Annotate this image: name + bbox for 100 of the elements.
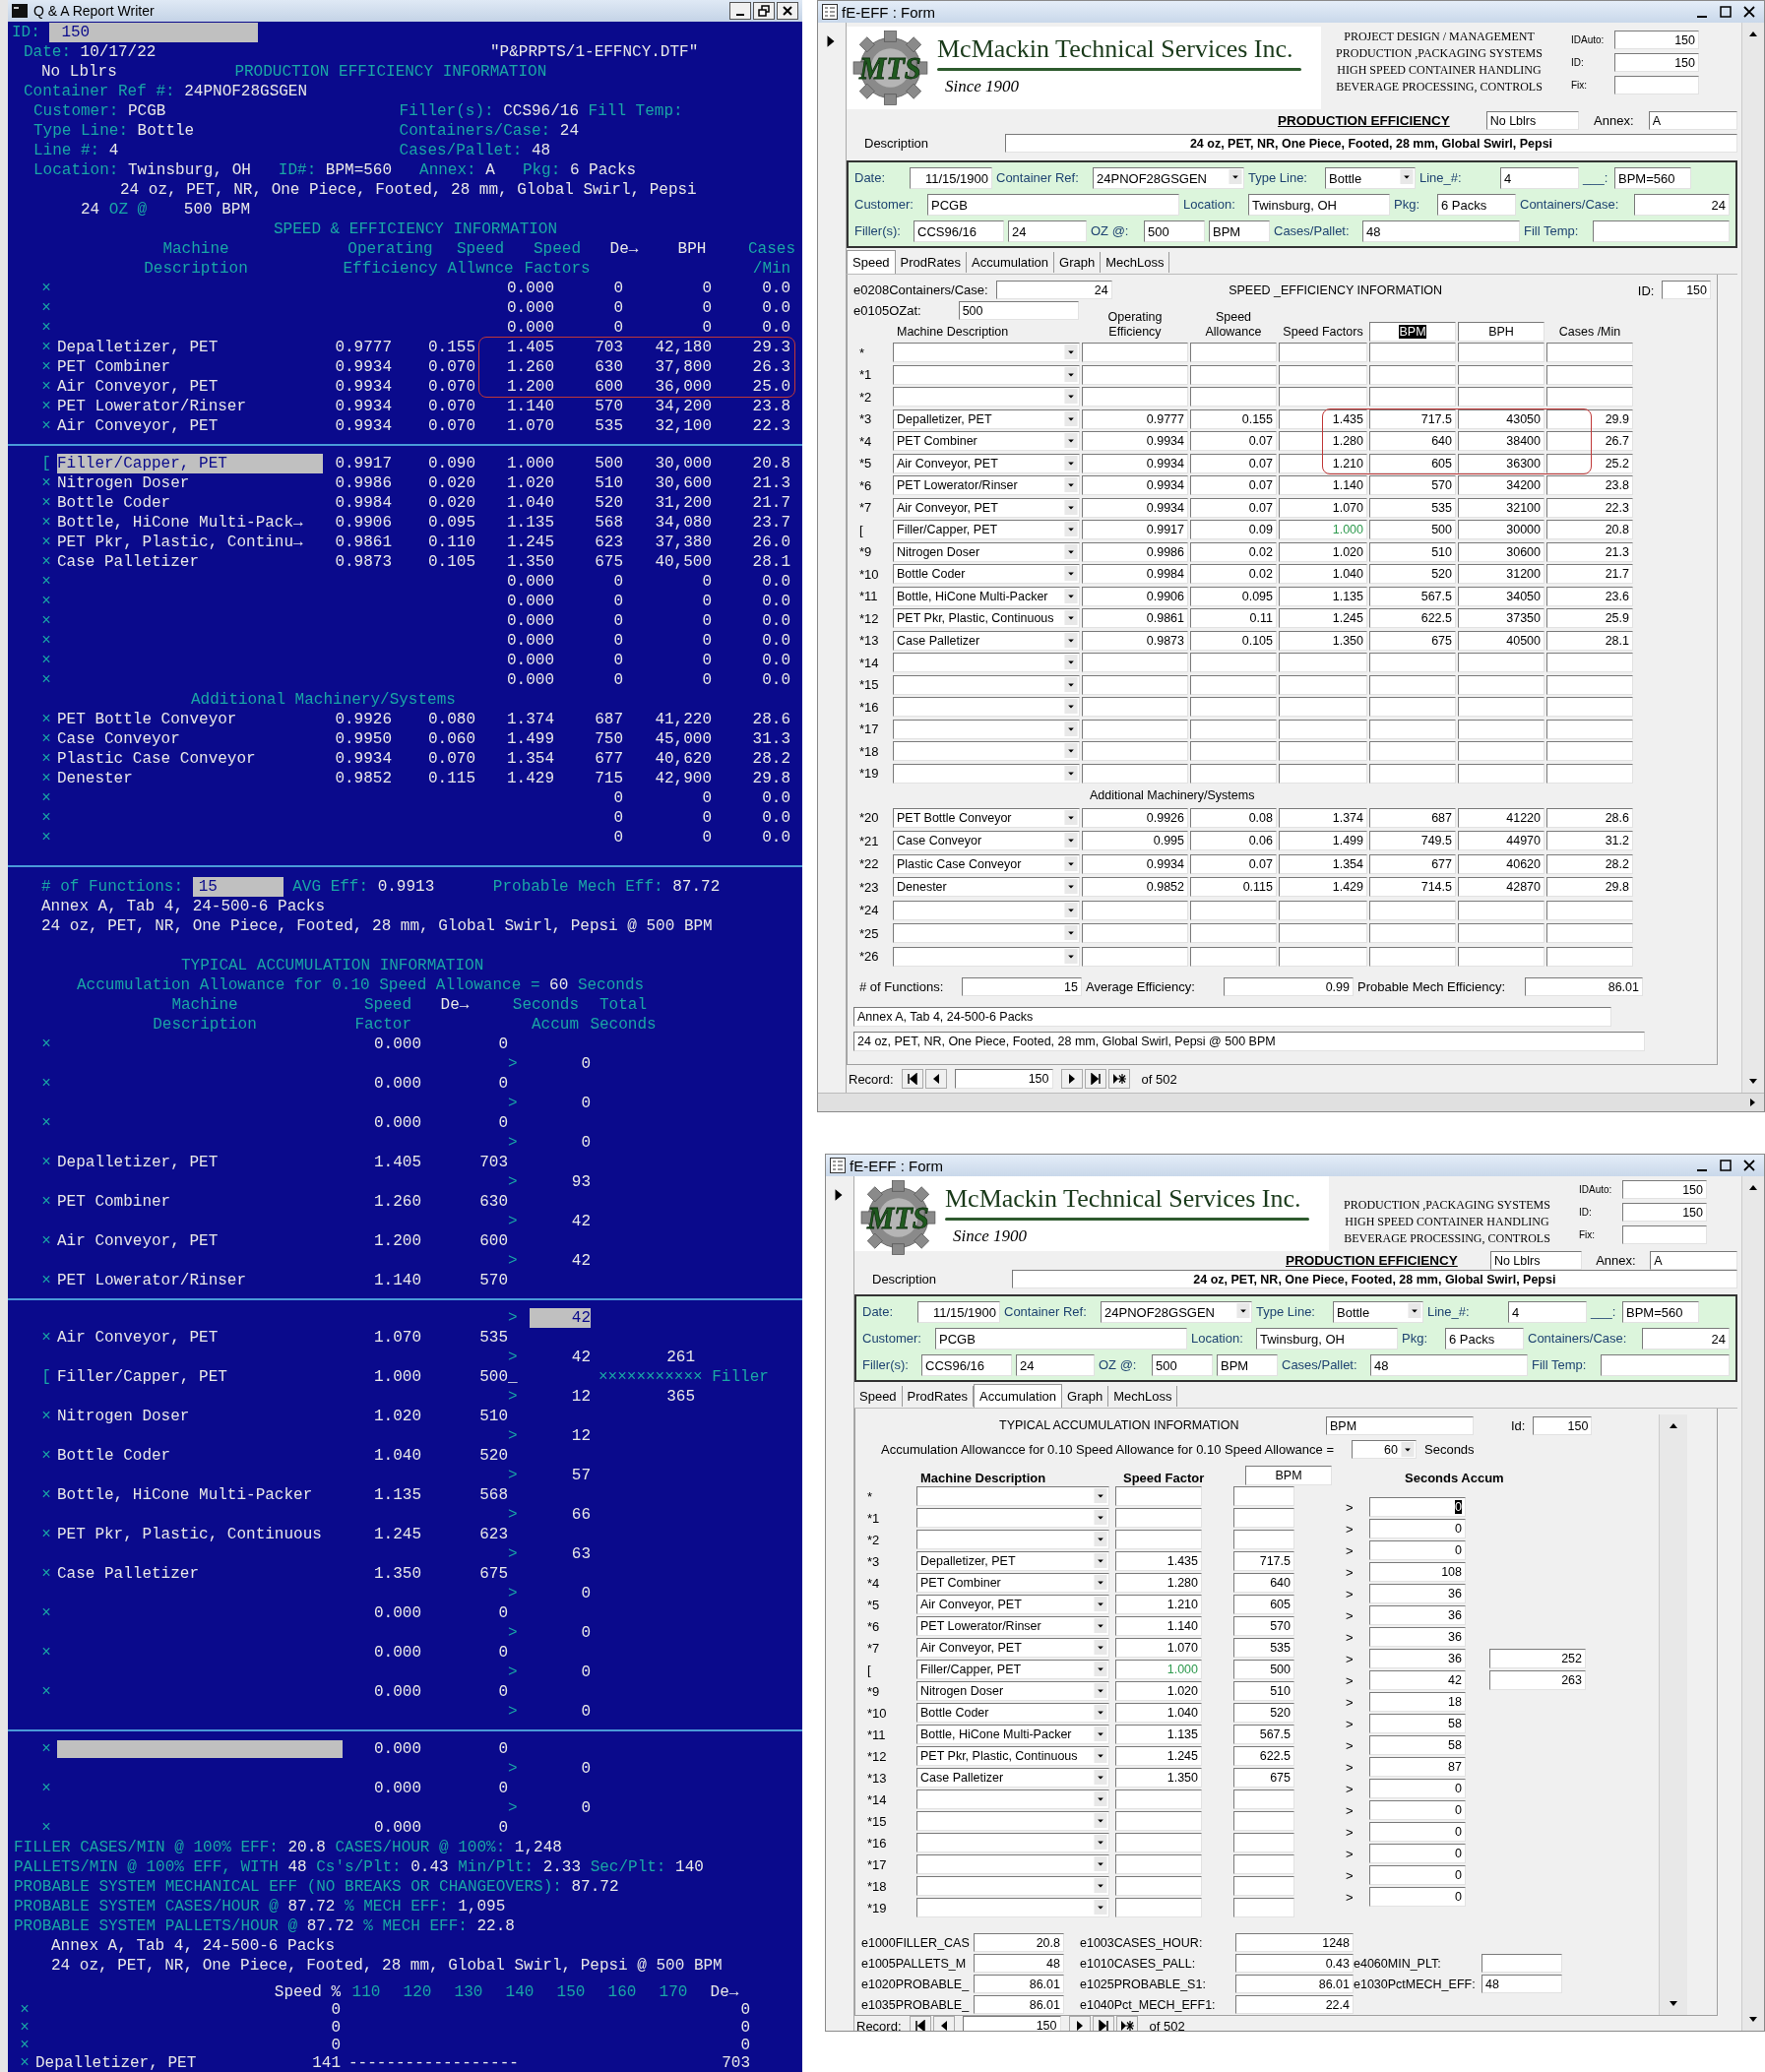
dropdown-field[interactable]: 24PNOF28GSGEN: [1101, 1300, 1252, 1323]
new-record-button[interactable]: [1107, 1069, 1130, 1089]
input-field[interactable]: BPM: [1209, 220, 1270, 242]
machine-combo[interactable]: [893, 387, 1080, 408]
machine-combo[interactable]: Air Conveyor, PET: [893, 453, 1080, 473]
next-record-button[interactable]: [1068, 2016, 1091, 2031]
dropdown-field[interactable]: Bottle: [1325, 166, 1416, 189]
accum-field[interactable]: 36: [1369, 1649, 1466, 1668]
machine-combo[interactable]: Filler/Capper, PET: [916, 1660, 1109, 1679]
input-field[interactable]: 48: [1370, 1353, 1528, 1376]
input-field[interactable]: [1481, 1954, 1562, 1973]
record-selector-icon[interactable]: [834, 1188, 844, 1202]
id-field[interactable]: [1614, 75, 1699, 94]
input-field[interactable]: Twinsburg, OH: [1256, 1327, 1398, 1350]
input-field[interactable]: 24: [1642, 1327, 1730, 1350]
input-field[interactable]: 48: [1362, 220, 1520, 242]
input-field[interactable]: Twinsburg, OH: [1248, 193, 1390, 216]
accum-field[interactable]: 18: [1369, 1692, 1466, 1712]
description-field[interactable]: 24 oz, PET, NR, One Piece, Footed, 28 mm, Global Swirl, Pepsi: [1011, 1270, 1737, 1288]
input-field[interactable]: 0.99: [1224, 977, 1354, 996]
accum-field[interactable]: 36: [1369, 1605, 1466, 1625]
machine-combo[interactable]: PET Pkr, Plastic, Continuous: [916, 1746, 1109, 1766]
record-field[interactable]: 150: [954, 1069, 1053, 1089]
accum-field[interactable]: 0: [1369, 1844, 1466, 1863]
id-field[interactable]: 150: [1614, 30, 1699, 49]
machine-combo[interactable]: Depalletizer, PET: [893, 408, 1080, 429]
labelers-field[interactable]: No Lblrs: [1485, 110, 1579, 130]
labelers-field[interactable]: No Lblrs: [1489, 1251, 1582, 1270]
machine-combo[interactable]: [916, 1811, 1109, 1831]
machine-combo[interactable]: Nitrogen Doser: [916, 1681, 1109, 1701]
accum-field[interactable]: 0: [1369, 1887, 1466, 1907]
previous-record-button[interactable]: [932, 2016, 955, 2031]
machine-combo[interactable]: Denester: [893, 877, 1080, 898]
accum-field[interactable]: 0: [1369, 1497, 1466, 1517]
id-field[interactable]: 150: [1614, 52, 1699, 72]
machine-combo[interactable]: [893, 763, 1080, 784]
accum-field[interactable]: 87: [1369, 1757, 1466, 1777]
input-field[interactable]: 6 Packs: [1437, 193, 1516, 216]
input-field[interactable]: 86.01: [1234, 1975, 1354, 1993]
description-field[interactable]: 24 oz, PET, NR, One Piece, Footed, 28 mm, Global Swirl, Pepsi: [1005, 133, 1737, 153]
input-field[interactable]: [1601, 1353, 1730, 1376]
machine-combo[interactable]: Case Palletizer: [893, 630, 1080, 651]
input-field[interactable]: 0.43: [1234, 1954, 1354, 1973]
machine-combo[interactable]: [893, 741, 1080, 762]
accum-field[interactable]: 58: [1369, 1714, 1466, 1733]
machine-combo[interactable]: [916, 1898, 1109, 1917]
input-field[interactable]: 86.01: [974, 1975, 1064, 1993]
minimize-button[interactable]: [729, 2, 751, 20]
dropdown-field[interactable]: 24PNOF28GSGEN: [1093, 166, 1244, 189]
input-field[interactable]: 48: [974, 1954, 1064, 1973]
id-field[interactable]: 150: [1662, 281, 1711, 299]
input-field[interactable]: 24: [995, 281, 1112, 299]
input-field[interactable]: 86.01: [974, 1995, 1064, 2014]
input-field[interactable]: 48: [1481, 1975, 1562, 1993]
machine-combo[interactable]: [916, 1530, 1109, 1549]
input-field[interactable]: 11/15/1900: [910, 166, 992, 189]
input-field[interactable]: 24: [1016, 1353, 1095, 1376]
id-field[interactable]: [1622, 1224, 1707, 1244]
machine-combo[interactable]: Bottle Coder: [916, 1703, 1109, 1723]
input-field[interactable]: 500: [1144, 220, 1205, 242]
machine-combo[interactable]: [893, 653, 1080, 673]
input-field[interactable]: 20.8: [974, 1933, 1064, 1952]
machine-combo[interactable]: [893, 719, 1080, 739]
machine-combo[interactable]: [893, 697, 1080, 718]
record-field[interactable]: 150: [962, 2016, 1061, 2031]
scrollbar[interactable]: [1659, 1414, 1687, 2015]
machine-combo[interactable]: Air Conveyor, PET: [916, 1638, 1109, 1658]
scrollbar[interactable]: [1741, 23, 1764, 1093]
id-field[interactable]: 150: [1622, 1179, 1707, 1199]
restore-button[interactable]: [753, 2, 775, 20]
input-field[interactable]: 11/15/1900: [917, 1300, 1000, 1323]
input-field[interactable]: 24: [1634, 193, 1730, 216]
accum-field[interactable]: 0: [1369, 1540, 1466, 1560]
id-field[interactable]: 150: [1622, 1202, 1707, 1222]
machine-combo[interactable]: Case Conveyor: [893, 831, 1080, 851]
machine-combo[interactable]: [916, 1854, 1109, 1874]
total-field[interactable]: 263: [1489, 1670, 1586, 1690]
next-record-button[interactable]: [1060, 1069, 1083, 1089]
dropdown-field[interactable]: Bottle: [1333, 1300, 1423, 1323]
annex-field[interactable]: A: [1650, 1251, 1737, 1270]
machine-combo[interactable]: Air Conveyor, PET: [893, 497, 1080, 518]
note-field[interactable]: Annex A, Tab 4, 24-500-6 Packs: [853, 1006, 1611, 1027]
total-field[interactable]: 252: [1489, 1649, 1586, 1668]
accum-field[interactable]: 0: [1369, 1800, 1466, 1820]
horizontal-scrollbar[interactable]: [818, 1093, 1764, 1111]
input-field[interactable]: 86.01: [1525, 977, 1643, 996]
input-field[interactable]: 4: [1500, 166, 1579, 189]
close-button[interactable]: [777, 2, 798, 20]
machine-combo[interactable]: PET Pkr, Plastic, Continuous: [893, 608, 1080, 629]
id-field[interactable]: 150: [49, 23, 259, 42]
input-field[interactable]: 22.4: [1234, 1995, 1354, 2014]
tab[interactable]: Speed: [847, 250, 896, 274]
scrollbar[interactable]: [1741, 1176, 1764, 2031]
input-field[interactable]: PCGB: [935, 1327, 1187, 1350]
accum-field[interactable]: 0: [1369, 1865, 1466, 1885]
input-field[interactable]: BPM=560: [1622, 1300, 1699, 1323]
accum-field[interactable]: 42: [1369, 1670, 1466, 1690]
new-record-button[interactable]: [1115, 2016, 1138, 2031]
machine-combo[interactable]: PET Combiner: [893, 431, 1080, 452]
machine-combo[interactable]: PET Lowerator/Rinser: [893, 475, 1080, 496]
